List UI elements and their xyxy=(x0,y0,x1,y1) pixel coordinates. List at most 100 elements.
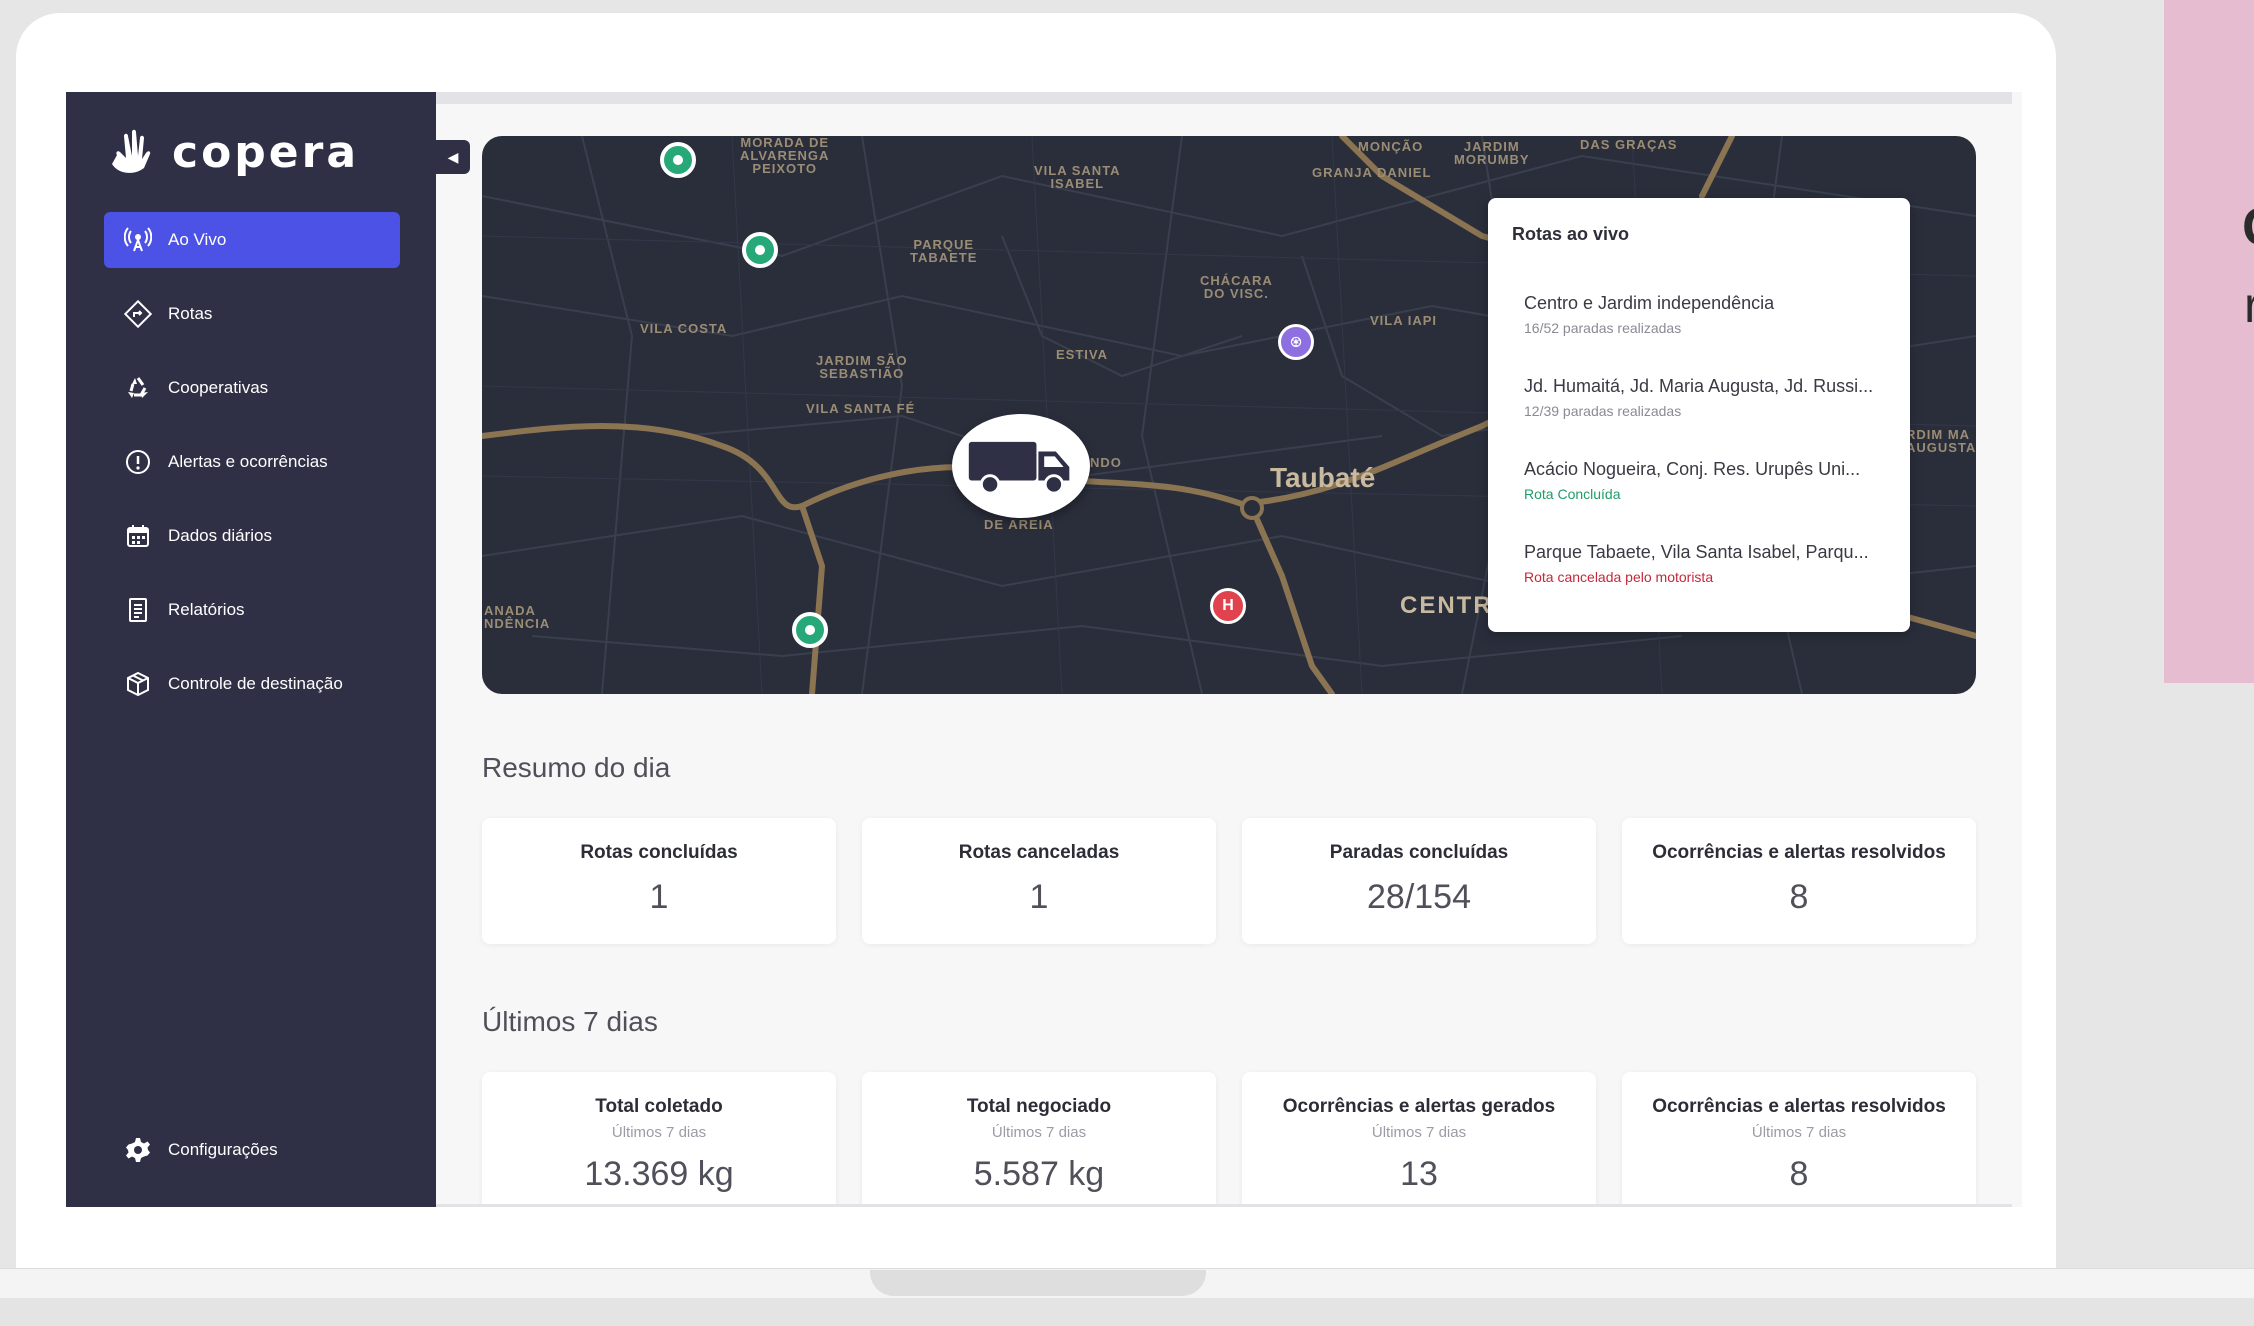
map-pin-hospital-icon[interactable]: H xyxy=(1210,588,1246,624)
map-pin-green[interactable] xyxy=(792,612,828,648)
route-diamond-icon xyxy=(122,298,154,330)
map-label-alvarenga: MORADA DE ALVARENGA PEIXOTO xyxy=(740,136,830,176)
card-subtitle: Últimos 7 dias xyxy=(611,1124,707,1141)
recycle-icon xyxy=(122,372,154,404)
alert-circle-icon xyxy=(122,446,154,478)
map-label-centro: CENTR xyxy=(1400,592,1493,619)
bottom-scroll-strip xyxy=(436,1204,2012,1207)
last7-card: Ocorrências e alertas resolvidos Últimos… xyxy=(1622,1072,1976,1207)
route-item[interactable]: Parque Tabaete, Vila Santa Isabel, Parqu… xyxy=(1524,542,1886,585)
map-label-jardim-morumby: JARDIM MORUMBY xyxy=(1454,139,1530,167)
sidebar-item-label: Cooperativas xyxy=(168,378,269,397)
side-panel: C r xyxy=(2164,0,2254,683)
live-routes-title: Rotas ao vivo xyxy=(1512,224,1630,244)
summary-cards: Rotas concluídas 1 Rotas canceladas 1 Pa… xyxy=(482,818,1976,944)
summary-card: Paradas concluídas 28/154 xyxy=(1242,818,1596,944)
live-routes-card: Rotas ao vivo Centro e Jardim independên… xyxy=(1488,198,1910,632)
summary-card: Rotas canceladas 1 xyxy=(862,818,1216,944)
card-value: 28/154 xyxy=(1367,878,1471,916)
sidebar: copera Ao Vivo Rotas Cooperativas Alerta… xyxy=(66,92,436,1207)
sidebar-item-configuracoes[interactable]: Configurações xyxy=(104,1122,400,1178)
sidebar-item-label: Alertas e ocorrências xyxy=(168,452,328,471)
live-broadcast-icon xyxy=(122,224,154,256)
map-pin-green[interactable] xyxy=(660,142,696,178)
route-item[interactable]: Jd. Humaitá, Jd. Maria Augusta, Jd. Russ… xyxy=(1524,376,1886,419)
map-label-chacara: CHÁCARA DO VISC. xyxy=(1200,273,1273,301)
side-panel-heading-fragment: C xyxy=(2242,196,2254,258)
last7-card: Ocorrências e alertas gerados Últimos 7 … xyxy=(1242,1072,1596,1207)
map-pin-green[interactable] xyxy=(742,232,778,268)
sidebar-item-label: Relatórios xyxy=(168,600,245,619)
sidebar-item-alertas[interactable]: Alertas e ocorrências xyxy=(104,434,400,490)
map-label-de-areia: DE AREIA xyxy=(984,517,1054,532)
sidebar-collapse-button[interactable]: ◀ xyxy=(436,140,470,174)
card-value: 8 xyxy=(1789,878,1809,916)
hand-logo-icon xyxy=(112,129,151,173)
route-name: Parque Tabaete, Vila Santa Isabel, Parqu… xyxy=(1524,542,1869,562)
sidebar-item-rotas[interactable]: Rotas xyxy=(104,286,400,342)
sidebar-item-dados-diarios[interactable]: Dados diários xyxy=(104,508,400,564)
truck-marker[interactable] xyxy=(952,414,1090,518)
laptop-base-shadow xyxy=(0,1298,2254,1326)
map-label-ndo: NDO xyxy=(1090,455,1122,470)
route-status: 16/52 paradas realizadas xyxy=(1524,320,1682,336)
card-value: 1 xyxy=(1029,878,1049,916)
route-item[interactable]: Acácio Nogueira, Conj. Res. Urupês Uni..… xyxy=(1524,459,1886,502)
gear-icon xyxy=(122,1134,154,1166)
card-title: Ocorrências e alertas gerados xyxy=(1282,1096,1556,1117)
brand-name: copera xyxy=(172,126,360,178)
map-label-vila-santa-fe: VILA SANTA FÉ xyxy=(806,401,916,416)
map-pin-bank-icon[interactable]: ♼ xyxy=(1278,324,1314,360)
card-title: Total negociado xyxy=(966,1096,1112,1117)
sidebar-item-ao-vivo[interactable]: Ao Vivo xyxy=(104,212,400,268)
sidebar-settings: Configurações xyxy=(104,1122,400,1196)
card-value: 1 xyxy=(649,878,669,916)
route-status: 12/39 paradas realizadas xyxy=(1524,403,1682,419)
card-title: Total coletado xyxy=(595,1096,723,1117)
map-label-jardim-maria-augusta: RDIM MA AUGUSTA xyxy=(1906,427,1976,455)
card-title: Ocorrências e alertas resolvidos xyxy=(1652,842,1946,863)
route-name: Jd. Humaitá, Jd. Maria Augusta, Jd. Russ… xyxy=(1524,376,1874,396)
card-subtitle: Últimos 7 dias xyxy=(1371,1124,1467,1141)
truck-icon xyxy=(968,441,1070,495)
route-status: Rota Concluída xyxy=(1524,486,1621,502)
calendar-icon xyxy=(122,520,154,552)
map-label-vila-costa: VILA COSTA xyxy=(640,321,728,336)
last7-card: Total coletado Últimos 7 dias 13.369 kg xyxy=(482,1072,836,1207)
card-title: Paradas concluídas xyxy=(1329,842,1509,863)
sidebar-item-label: Controle de destinação xyxy=(168,674,343,693)
card-value: 13 xyxy=(1400,1155,1438,1193)
last7-cards: Total coletado Últimos 7 dias 13.369 kg … xyxy=(482,1072,1976,1207)
hospital-letter: H xyxy=(1222,597,1234,614)
route-item[interactable]: Centro e Jardim independência 16/52 para… xyxy=(1524,293,1886,336)
map-label-jardim-sao-sebastiao: JARDIM SÃO SEBASTIÃO xyxy=(816,353,908,381)
card-subtitle: Últimos 7 dias xyxy=(991,1124,1087,1141)
last7-card: Total negociado Últimos 7 dias 5.587 kg xyxy=(862,1072,1216,1207)
map-label-das-gracas: DAS GRAÇAS xyxy=(1580,137,1678,152)
card-value: 13.369 kg xyxy=(584,1155,734,1193)
brand[interactable]: copera xyxy=(104,124,359,180)
card-title: Rotas concluídas xyxy=(580,842,738,863)
sidebar-item-controle-destinacao[interactable]: Controle de destinação xyxy=(104,656,400,712)
sidebar-item-label: Rotas xyxy=(168,304,213,323)
map-label-vila-santa-isabel: VILA SANTA ISABEL xyxy=(1034,163,1121,191)
card-title: Rotas canceladas xyxy=(958,842,1120,863)
last7-title: Últimos 7 dias xyxy=(482,1006,658,1037)
sidebar-item-cooperativas[interactable]: Cooperativas xyxy=(104,360,400,416)
app-screen: copera Ao Vivo Rotas Cooperativas Alerta… xyxy=(66,92,2022,1207)
sidebar-item-label: Ao Vivo xyxy=(168,230,227,249)
map-label-parque-tabaete: PARQUE TABAETE xyxy=(910,237,978,265)
map-label-granja-daniel: GRANJA DANIEL xyxy=(1312,165,1432,180)
card-value: 8 xyxy=(1789,1155,1809,1193)
summary-card: Rotas concluídas 1 xyxy=(482,818,836,944)
map-label-anada: ANADA NDÊNCIA xyxy=(484,603,551,631)
summary-title: Resumo do dia xyxy=(482,752,671,783)
side-panel-text-fragment: r xyxy=(2244,277,2254,333)
card-value: 5.587 kg xyxy=(973,1155,1105,1193)
live-map[interactable]: MORADA DE ALVARENGA PEIXOTO VILA SANTA I… xyxy=(482,136,1976,694)
card-title: Ocorrências e alertas resolvidos xyxy=(1652,1096,1946,1117)
map-label-vila-iapi: VILA IAPI xyxy=(1370,313,1438,328)
route-status: Rota cancelada pelo motorista xyxy=(1524,569,1714,585)
package-icon xyxy=(122,668,154,700)
sidebar-item-relatorios[interactable]: Relatórios xyxy=(104,582,400,638)
